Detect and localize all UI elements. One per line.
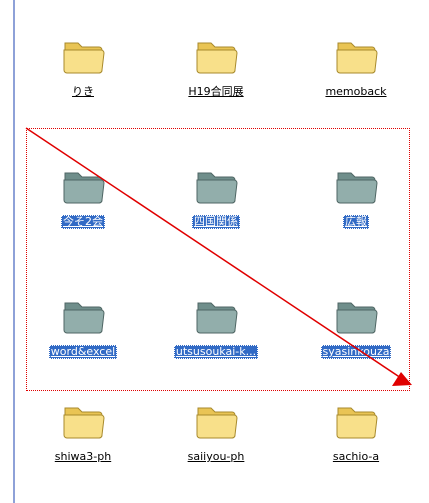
folder-item[interactable]: saiiyou-ph bbox=[161, 398, 271, 488]
folder-label: 四国関係 bbox=[192, 215, 240, 229]
folder-item[interactable]: 四国関係 bbox=[161, 163, 271, 253]
folder-icon bbox=[336, 407, 378, 439]
folder-item[interactable]: syasinkouza bbox=[301, 293, 411, 383]
folder-icon bbox=[336, 302, 378, 334]
folder-item[interactable]: utsusoukai-k... bbox=[161, 293, 271, 383]
folder-icon bbox=[63, 172, 105, 204]
folder-label: word&excel bbox=[48, 345, 118, 359]
folder-label: memoback bbox=[325, 85, 387, 98]
folder-item[interactable]: sachio-a bbox=[301, 398, 411, 488]
folder-label: H19合同展 bbox=[188, 85, 244, 98]
folder-grid: りき H19合同展 memoback 今そ2会 四国関係 広報 word&exc… bbox=[0, 0, 429, 503]
folder-label: りき bbox=[72, 85, 94, 98]
folder-label: 今そ2会 bbox=[61, 215, 105, 229]
folder-item[interactable]: 広報 bbox=[301, 163, 411, 253]
folder-item[interactable]: memoback bbox=[301, 33, 411, 123]
folder-icon bbox=[63, 42, 105, 74]
folder-icon bbox=[63, 302, 105, 334]
folder-label: 広報 bbox=[343, 215, 369, 229]
folder-icon bbox=[336, 172, 378, 204]
folder-label: shiwa3-ph bbox=[54, 450, 112, 463]
folder-icon bbox=[196, 407, 238, 439]
folder-icon bbox=[196, 42, 238, 74]
folder-item[interactable]: word&excel bbox=[28, 293, 138, 383]
folder-label: utsusoukai-k... bbox=[173, 345, 259, 359]
folder-icon bbox=[336, 42, 378, 74]
folder-item[interactable]: りき bbox=[28, 33, 138, 123]
folder-label: saiiyou-ph bbox=[187, 450, 245, 463]
folder-label: sachio-a bbox=[332, 450, 380, 463]
folder-item[interactable]: 今そ2会 bbox=[28, 163, 138, 253]
folder-icon bbox=[196, 172, 238, 204]
folder-icon bbox=[196, 302, 238, 334]
folder-item[interactable]: H19合同展 bbox=[161, 33, 271, 123]
folder-label: syasinkouza bbox=[320, 345, 392, 359]
folder-item[interactable]: shiwa3-ph bbox=[28, 398, 138, 488]
folder-icon bbox=[63, 407, 105, 439]
